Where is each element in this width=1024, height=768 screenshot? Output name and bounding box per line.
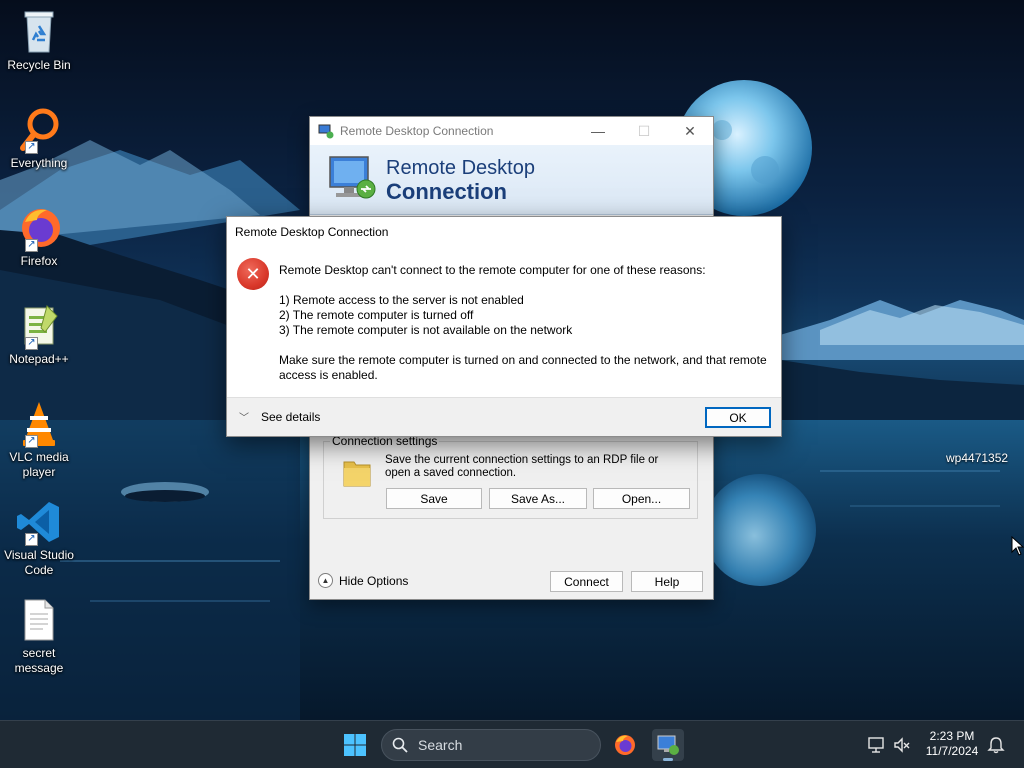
taskbar-remote-desktop[interactable] [652, 729, 684, 761]
close-button[interactable]: ✕ [667, 117, 713, 145]
error-reason: 3) The remote computer is not available … [279, 323, 573, 337]
shortcut-arrow-icon: ↗ [25, 435, 38, 448]
mouse-cursor-icon [1011, 536, 1024, 556]
desktop-icon-vlc[interactable]: ↗ VLC media player [2, 400, 76, 480]
taskbar-clock[interactable]: 2:23 PM 11/7/2024 [915, 729, 989, 759]
connection-settings-group: Connection settings Save the current con… [323, 434, 698, 519]
see-details-toggle[interactable]: ﹀ See details [239, 409, 321, 425]
desktop-icon-label: Everything [10, 156, 68, 170]
taskbar: Search 2:23 PM 11/7/2024 [0, 720, 1024, 768]
see-details-label: See details [261, 409, 321, 424]
rdp-titlebar[interactable]: Remote Desktop Connection — ☐ ✕ [310, 117, 713, 145]
ok-button[interactable]: OK [705, 407, 771, 428]
desktop-icon-recycle-bin[interactable]: Recycle Bin [2, 8, 76, 73]
connection-settings-description: Save the current connection settings to … [385, 454, 659, 479]
chevron-down-icon: ﹀ [239, 413, 249, 424]
desktop-icon-label: VLC media player [9, 450, 69, 479]
taskbar-firefox[interactable] [609, 729, 641, 761]
desktop-icon-vscode[interactable]: ↗ Visual Studio Code [2, 498, 76, 578]
clock-date: 11/7/2024 [925, 744, 979, 758]
remote-desktop-monitor-icon [329, 156, 376, 199]
rdp-app-icon [318, 124, 334, 139]
shortcut-arrow-icon: ↗ [25, 337, 38, 350]
vlc-icon: ↗ [15, 400, 63, 448]
shortcut-arrow-icon: ↗ [25, 533, 38, 546]
rdp-window-title: Remote Desktop Connection [340, 124, 494, 138]
desktop-icon-firefox[interactable]: ↗ Firefox [2, 204, 76, 269]
save-as-button[interactable]: Save As... [489, 488, 587, 509]
active-app-indicator [663, 758, 673, 761]
desktop-icon-label: Firefox [20, 254, 58, 268]
hide-options-toggle[interactable]: ▲ Hide Options [318, 573, 408, 588]
remote-desktop-icon [657, 735, 679, 755]
hide-options-label: Hide Options [339, 573, 409, 588]
banner-title-line1: Remote Desktop [386, 157, 535, 179]
taskbar-search-box[interactable]: Search [381, 729, 601, 761]
error-reason: 2) The remote computer is turned off [279, 308, 474, 322]
desktop-icon-notepad-plus-plus[interactable]: ↗ Notepad++ [2, 302, 76, 367]
help-button[interactable]: Help [631, 571, 703, 592]
error-message: Remote Desktop can't connect to the remo… [279, 263, 775, 383]
wallpaper-file-label[interactable]: wp4471352 [946, 451, 1008, 465]
clock-time: 2:23 PM [929, 729, 975, 743]
windows-start-icon[interactable] [343, 733, 367, 757]
notification-bell-icon[interactable] [987, 736, 1005, 754]
network-icon[interactable] [868, 736, 886, 754]
chevron-up-icon: ▲ [318, 573, 333, 588]
error-message-advice: Make sure the remote computer is turned … [279, 353, 767, 382]
banner-title-line2: Connection [386, 179, 507, 204]
error-dialog-title[interactable]: Remote Desktop Connection [227, 217, 781, 247]
connect-button[interactable]: Connect [550, 571, 623, 592]
error-dialog-footer: ﹀ See details OK [227, 397, 781, 436]
vscode-icon: ↗ [15, 498, 63, 546]
desktop-icon-secret-message[interactable]: secret message [2, 596, 76, 676]
everything-search-icon: ↗ [15, 106, 63, 154]
maximize-button: ☐ [637, 122, 651, 139]
error-icon: ✕ [237, 258, 269, 290]
search-placeholder: Search [418, 737, 463, 753]
firefox-icon: ↗ [15, 204, 63, 252]
error-dialog: Remote Desktop Connection ✕ Remote Deskt… [226, 216, 782, 437]
recycle-bin-icon [15, 8, 63, 56]
desktop-icon-label: secret message [14, 646, 64, 675]
firefox-icon [615, 735, 635, 755]
notepad-plus-plus-icon: ↗ [15, 302, 63, 350]
shortcut-arrow-icon: ↗ [25, 141, 38, 154]
minimize-button[interactable]: — [575, 117, 621, 145]
rdp-banner: Remote Desktop Connection [310, 145, 713, 215]
volume-muted-icon[interactable] [893, 736, 911, 754]
save-button[interactable]: Save [386, 488, 482, 509]
search-icon [392, 737, 408, 753]
desktop-icon-everything[interactable]: ↗ Everything [2, 106, 76, 171]
shortcut-arrow-icon: ↗ [25, 239, 38, 252]
text-file-icon [15, 596, 63, 644]
desktop-icon-label: Notepad++ [9, 352, 69, 366]
desktop-icon-label: Visual Studio Code [4, 548, 74, 577]
open-button[interactable]: Open... [593, 488, 690, 509]
error-message-intro: Remote Desktop can't connect to the remo… [279, 263, 706, 277]
desktop-icon-label: Recycle Bin [7, 58, 71, 72]
folder-icon [343, 461, 371, 487]
error-reason: 1) Remote access to the server is not en… [279, 293, 524, 307]
